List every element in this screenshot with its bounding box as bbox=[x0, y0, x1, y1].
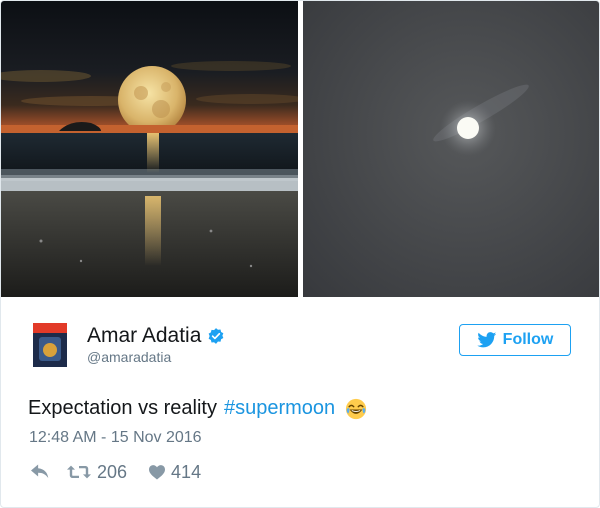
follow-button[interactable]: Follow bbox=[459, 324, 571, 356]
tweet-media bbox=[1, 1, 599, 297]
retweet-icon bbox=[67, 465, 91, 479]
follow-label: Follow bbox=[502, 331, 554, 348]
retweet-button[interactable]: 206 bbox=[67, 462, 127, 483]
avatar-emblem bbox=[43, 343, 57, 357]
like-button[interactable]: 414 bbox=[149, 462, 201, 483]
reply-button[interactable] bbox=[31, 464, 49, 480]
tweet-text: Expectation vs reality #supermoon bbox=[28, 397, 367, 420]
tweet-author: Amar Adatia @amaradatia Follow bbox=[1, 297, 599, 377]
verified-badge-icon bbox=[209, 328, 224, 344]
twitter-bird-icon bbox=[476, 332, 496, 348]
hashtag-link[interactable]: #supermoon bbox=[224, 397, 335, 420]
tweet-body: Expectation vs reality bbox=[28, 397, 217, 419]
tweet-card: Amar Adatia @amaradatia Follow Expectati… bbox=[0, 0, 600, 508]
author-handle[interactable]: @amaradatia bbox=[87, 349, 171, 365]
heart-icon bbox=[149, 464, 166, 479]
expectation-photo[interactable] bbox=[1, 1, 298, 297]
like-count: 414 bbox=[171, 461, 202, 482]
name-row: Amar Adatia bbox=[87, 323, 225, 349]
tweet-actions: 206 414 bbox=[31, 461, 201, 483]
laughing-emoji-icon bbox=[346, 398, 367, 419]
avatar[interactable] bbox=[33, 323, 67, 367]
reply-icon bbox=[31, 464, 49, 478]
author-name[interactable]: Amar Adatia bbox=[87, 324, 201, 348]
reality-photo[interactable] bbox=[303, 1, 599, 297]
tweet-timestamp[interactable]: 12:48 AM - 15 Nov 2016 bbox=[29, 429, 202, 447]
avatar-banner bbox=[33, 323, 67, 333]
retweet-count: 206 bbox=[97, 461, 128, 482]
